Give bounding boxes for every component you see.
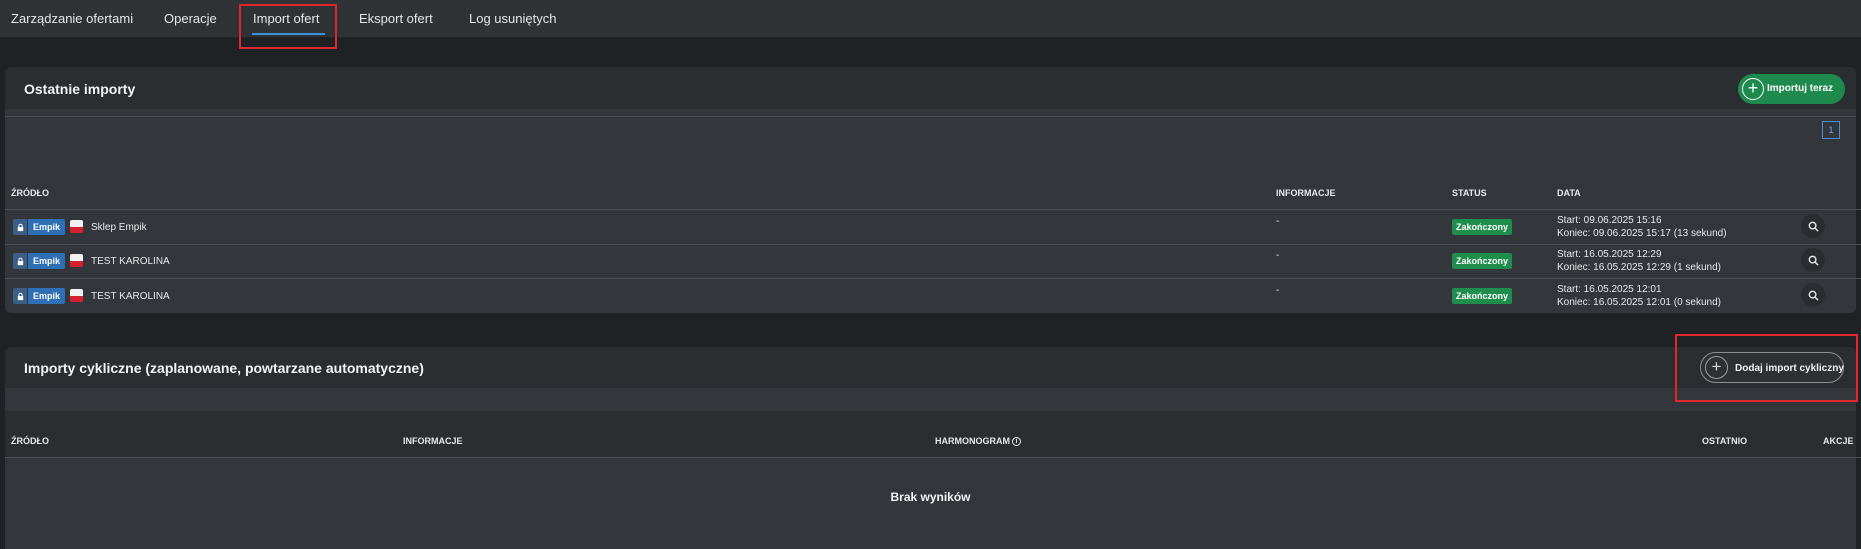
status-badge: Zakończony (1452, 253, 1513, 269)
status-badge: Zakończony (1452, 288, 1513, 304)
row-divider (5, 244, 1861, 245)
row-info: - (1276, 285, 1280, 296)
highlight-box-import-tab (239, 4, 337, 49)
poland-flag-icon (70, 289, 83, 302)
tab-export-offers[interactable]: Eksport ofert (359, 11, 433, 26)
table-header-divider (5, 457, 1861, 458)
lock-icon (13, 288, 27, 304)
start-date: Start: 16.05.2025 12:29 (1557, 249, 1662, 260)
cyclic-imports-header: Importy cykliczne (zaplanowane, powtarza… (5, 347, 1856, 388)
column-header-status: STATUS (1452, 188, 1487, 198)
end-date: Koniec: 16.05.2025 12:01 (0 sekund) (1557, 297, 1722, 308)
shop-name: TEST KAROLINA (91, 256, 170, 267)
tab-deleted-log[interactable]: Log usuniętych (469, 11, 556, 26)
row-info: - (1276, 250, 1280, 261)
start-date: Start: 09.06.2025 15:16 (1557, 215, 1662, 226)
lock-icon (13, 219, 27, 235)
end-date: Koniec: 09.06.2025 15:17 (13 sekund) (1557, 228, 1727, 239)
poland-flag-icon (70, 220, 83, 233)
marketplace-name: Empik (28, 288, 66, 304)
tab-operations[interactable]: Operacje (164, 11, 217, 26)
marketplace-badge: Empik (13, 288, 66, 304)
column-header-last: OSTATNIO (1702, 436, 1748, 446)
divider (5, 116, 1856, 117)
info-icon[interactable]: i (1012, 437, 1021, 447)
marketplace-name: Empik (28, 253, 66, 269)
lock-icon (13, 253, 27, 269)
column-header-info: INFORMACJE (1276, 188, 1336, 198)
highlight-box-add-cyclic (1675, 334, 1858, 402)
end-date: Koniec: 16.05.2025 12:29 (1 sekund) (1557, 262, 1722, 273)
column-header-source: ŹRÓDŁO (11, 436, 49, 446)
empty-state-message: Brak wyników (890, 490, 971, 504)
import-now-button[interactable]: + Importuj teraz (1738, 74, 1845, 104)
marketplace-badge: Empik (13, 253, 66, 269)
column-header-info: INFORMACJE (403, 436, 463, 446)
table-header-divider (5, 209, 1861, 210)
marketplace-badge: Empik (13, 219, 66, 235)
plus-circle-icon: + (1742, 78, 1764, 100)
column-header-schedule: HARMONOGRAM i (935, 436, 1021, 447)
shop-name: Sklep Empik (91, 222, 147, 233)
recent-imports-header: Ostatnie importy (5, 67, 1856, 109)
search-icon (1808, 221, 1819, 232)
shop-name: TEST KAROLINA (91, 291, 170, 302)
poland-flag-icon (70, 254, 83, 267)
start-date: Start: 16.05.2025 12:01 (1557, 284, 1662, 295)
import-now-label: Importuj teraz (1767, 83, 1834, 94)
column-header-date: DATA (1557, 188, 1581, 198)
search-icon (1808, 290, 1819, 301)
cyclic-table-header (5, 411, 1856, 457)
row-divider (5, 278, 1861, 279)
row-info: - (1276, 216, 1280, 227)
column-header-source: ŹRÓDŁO (11, 188, 49, 198)
tab-offer-management[interactable]: Zarządzanie ofertami (11, 11, 133, 26)
column-header-actions: AKCJE (1823, 436, 1854, 446)
row-details-button[interactable] (1801, 283, 1825, 307)
row-details-button[interactable] (1801, 248, 1825, 272)
recent-imports-title: Ostatnie importy (24, 81, 136, 97)
marketplace-name: Empik (28, 219, 66, 235)
search-icon (1808, 255, 1819, 266)
cyclic-imports-title: Importy cykliczne (zaplanowane, powtarza… (24, 360, 424, 376)
row-details-button[interactable] (1801, 214, 1825, 238)
pagination-page-1[interactable]: 1 (1822, 121, 1840, 139)
status-badge: Zakończony (1452, 219, 1513, 235)
schedule-label: HARMONOGRAM (935, 436, 1010, 446)
